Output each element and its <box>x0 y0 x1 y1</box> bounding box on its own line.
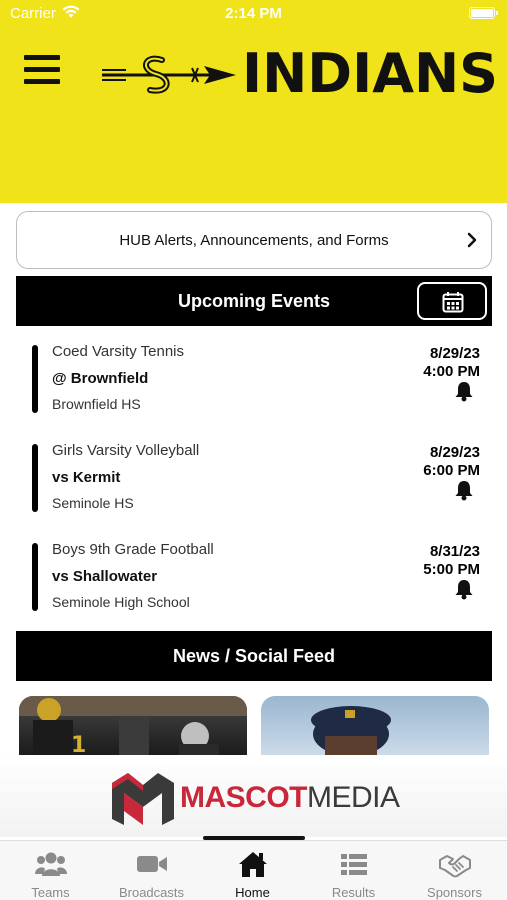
hub-alerts-label: HUB Alerts, Announcements, and Forms <box>119 232 389 249</box>
event-time: 4:00 PM <box>423 363 480 380</box>
tab-home[interactable]: Home <box>202 841 303 900</box>
sponsor-name-dark: MEDIA <box>307 781 400 814</box>
event-location: Seminole HS <box>52 495 134 511</box>
event-date: 8/29/23 <box>429 444 480 461</box>
sponsor-name-accent: MASCOT <box>180 781 308 814</box>
app-header: Carrier 2:14 PM INDIANS <box>0 0 507 203</box>
event-location: Seminole High School <box>52 594 190 610</box>
event-date: 8/29/23 <box>429 345 480 362</box>
bell-icon[interactable] <box>454 380 474 402</box>
spear-logo-icon <box>102 55 236 94</box>
event-divider-bar <box>32 543 38 611</box>
event-item[interactable]: Boys 9th Grade Football vs Shallowater S… <box>16 537 492 627</box>
tab-results[interactable]: Results <box>303 841 404 900</box>
event-divider-bar <box>32 345 38 413</box>
event-opponent: vs Shallowater <box>52 568 158 585</box>
event-sport: Boys 9th Grade Football <box>52 541 214 558</box>
tab-sponsors[interactable]: Sponsors <box>404 841 505 900</box>
event-time: 5:00 PM <box>423 561 480 578</box>
team-name-logo: INDIANS <box>242 42 499 105</box>
list-icon <box>341 854 367 875</box>
news-card[interactable]: 1 <box>19 696 247 758</box>
tab-label: Teams <box>31 885 70 900</box>
event-item[interactable]: Girls Varsity Volleyball vs Kermit Semin… <box>16 438 492 528</box>
video-camera-icon <box>137 856 167 872</box>
handshake-icon <box>439 855 471 878</box>
event-opponent: @ Brownfield <box>52 370 149 387</box>
news-photo-football: 1 <box>19 696 247 758</box>
sponsor-name: MASCOTMEDIA <box>180 781 400 815</box>
event-location: Brownfield HS <box>52 396 141 412</box>
event-item[interactable]: Coed Varsity Tennis @ Brownfield Brownfi… <box>16 339 492 429</box>
sponsor-banner[interactable]: MASCOTMEDIA <box>0 755 507 837</box>
upcoming-events-header: Upcoming Events <box>16 276 492 326</box>
bell-icon[interactable] <box>454 578 474 600</box>
tab-broadcasts[interactable]: Broadcasts <box>101 841 202 900</box>
calendar-button[interactable] <box>417 282 487 320</box>
status-bar: Carrier 2:14 PM <box>0 0 507 28</box>
teams-icon <box>35 852 67 876</box>
news-feed-header: News / Social Feed <box>16 631 492 681</box>
news-feed-title: News / Social Feed <box>172 646 336 666</box>
tab-teams[interactable]: Teams <box>0 841 101 900</box>
home-icon <box>239 852 267 877</box>
hub-alerts-button[interactable]: HUB Alerts, Announcements, and Forms <box>16 211 492 269</box>
news-card[interactable] <box>261 696 489 758</box>
event-divider-bar <box>32 444 38 512</box>
tab-label: Sponsors <box>427 885 482 900</box>
event-opponent: vs Kermit <box>52 469 121 486</box>
calendar-icon <box>442 292 464 313</box>
bell-icon[interactable] <box>454 479 474 501</box>
news-photo-coach <box>311 706 391 758</box>
event-date: 8/31/23 <box>429 543 480 560</box>
tab-label: Home <box>235 885 270 900</box>
mascot-media-logo-icon <box>112 773 174 825</box>
event-sport: Coed Varsity Tennis <box>52 343 185 360</box>
tab-bar: Teams Broadcasts Home Results Sponsors <box>0 840 507 900</box>
event-sport: Girls Varsity Volleyball <box>52 442 200 459</box>
battery-icon <box>469 7 498 19</box>
tab-label: Broadcasts <box>118 885 185 900</box>
chevron-right-icon <box>467 232 477 248</box>
hamburger-icon[interactable] <box>24 55 62 87</box>
tab-label: Results <box>331 885 376 900</box>
status-time: 2:14 PM <box>225 5 282 22</box>
event-time: 6:00 PM <box>423 462 480 479</box>
